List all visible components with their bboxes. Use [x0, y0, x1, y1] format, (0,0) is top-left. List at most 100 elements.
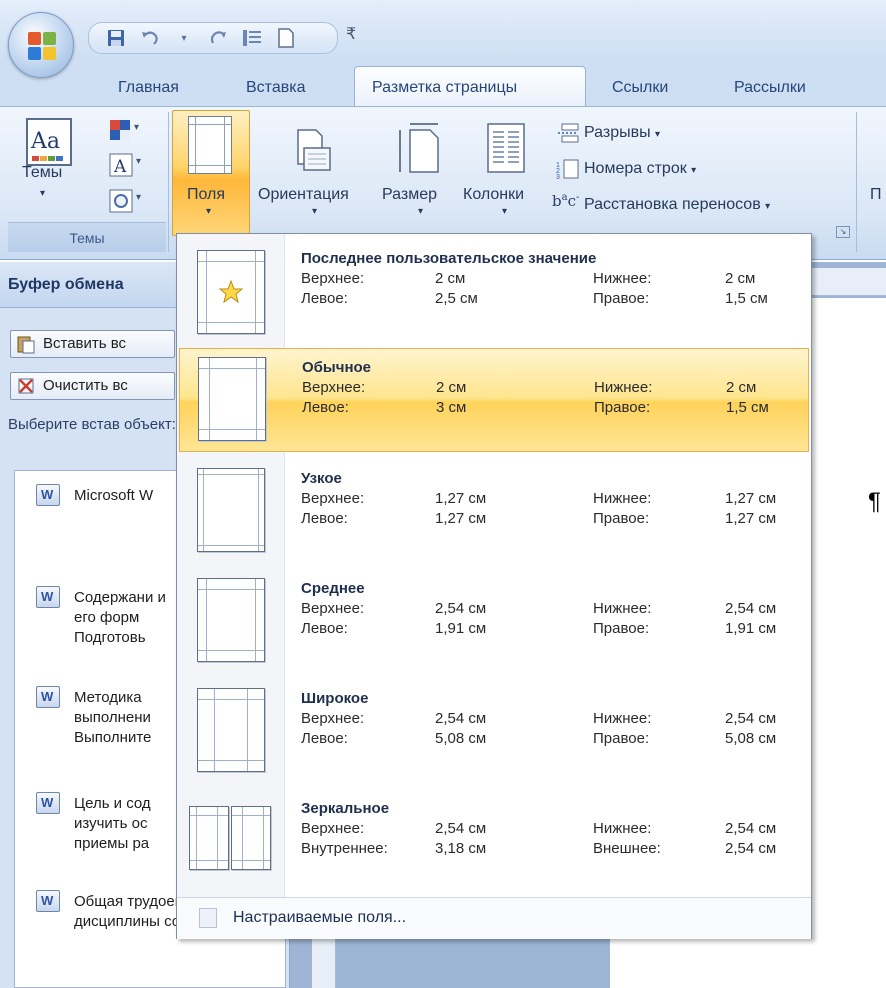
margin-option-mirrored[interactable]: Зеркальное Верхнее: 2,54 см Нижнее: 2,54… — [177, 790, 811, 894]
size-label[interactable]: Размер — [382, 186, 437, 204]
theme-effects-icon[interactable]: ▾ — [108, 188, 146, 214]
top-value: 2,54 см — [435, 820, 487, 837]
word-doc-icon — [36, 686, 60, 708]
right-value: 5,08 см — [725, 730, 777, 747]
svg-text:▾: ▾ — [136, 156, 141, 167]
tab-page-layout[interactable]: Разметка страницы — [372, 76, 517, 100]
bottom-value: 2,54 см — [725, 820, 777, 837]
size-dropdown-icon[interactable]: ▾ — [418, 206, 423, 217]
columns-icon[interactable] — [484, 122, 528, 174]
undo-dropdown-icon[interactable]: ▾ — [173, 28, 195, 48]
themes-dropdown-icon[interactable]: ▾ — [40, 188, 45, 199]
clear-all-label: Очистить вс — [43, 377, 128, 394]
option-title: Среднее — [301, 580, 365, 597]
margin-option-last-custom[interactable]: Последнее пользовательское значение Верх… — [177, 240, 811, 344]
svg-text:Aa: Aa — [30, 129, 60, 154]
breaks-dropdown-icon: ▾ — [655, 129, 661, 140]
tab-mailings[interactable]: Рассылки — [734, 76, 806, 100]
office-button[interactable] — [8, 12, 74, 78]
left-value: 5,08 см — [435, 730, 487, 747]
narrow-page-icon — [197, 468, 265, 552]
quick-access-toolbar: ▾ — [88, 22, 338, 54]
orientation-label[interactable]: Ориентация — [258, 186, 349, 204]
breaks-label[interactable]: Разрывы ▾ — [584, 124, 660, 142]
top-label: Верхнее: — [301, 710, 365, 727]
option-title: Широкое — [301, 690, 369, 707]
top-value: 2,54 см — [435, 710, 487, 727]
tab-references[interactable]: Ссылки — [612, 76, 668, 100]
tab-home[interactable]: Главная — [118, 76, 179, 100]
hyphenation-label[interactable]: Расстановка переносов ▾ — [584, 196, 770, 214]
themes-icon[interactable]: Aa — [26, 118, 72, 166]
clipboard-item[interactable]: Цель и сод изучить ос приемы ра — [74, 794, 176, 854]
line-numbers-icon[interactable]: 123 — [556, 158, 580, 181]
clipboard-item[interactable]: Содержани и его форм Подготовь — [74, 588, 178, 648]
custom-margins-icon — [199, 908, 217, 928]
save-icon[interactable] — [105, 28, 127, 48]
wide-page-icon — [197, 688, 265, 772]
margins-label: Поля — [187, 186, 226, 203]
columns-label[interactable]: Колонки — [463, 186, 524, 204]
custom-margins-item[interactable]: Настраиваемые поля... — [177, 897, 811, 939]
orientation-icon[interactable] — [288, 124, 338, 174]
lines-icon[interactable] — [241, 28, 263, 48]
bottom-value: 2 см — [726, 379, 757, 396]
line-numbers-label[interactable]: Номера строк ▾ — [584, 160, 696, 178]
theme-fonts-icon[interactable]: A ▾ — [108, 152, 146, 178]
new-document-icon[interactable] — [275, 28, 297, 48]
option-title: Последнее пользовательское значение — [301, 250, 597, 267]
orientation-dropdown-icon[interactable]: ▾ — [312, 206, 317, 217]
bottom-value: 1,27 см — [725, 490, 777, 507]
next-group-label[interactable]: П — [870, 186, 882, 204]
clipboard-item[interactable]: Методика выполнени Выполните — [74, 688, 174, 748]
option-title: Узкое — [301, 470, 342, 487]
margin-option-normal[interactable]: Обычное Верхнее: 2 см Нижнее: 2 см Левое… — [179, 348, 809, 452]
bottom-value: 2,54 см — [725, 710, 777, 727]
left-label: Левое: — [301, 730, 348, 747]
columns-dropdown-icon[interactable]: ▾ — [502, 206, 507, 217]
theme-colors-icon[interactable]: ▾ — [108, 116, 142, 144]
top-value: 2 см — [436, 379, 467, 396]
mirrored-right-page-icon — [231, 806, 271, 870]
outside-value: 2,54 см — [725, 840, 777, 857]
dialog-launcher-icon[interactable]: ↘ — [836, 226, 850, 238]
bottom-label: Нижнее: — [593, 710, 652, 727]
paste-all-button[interactable]: Вставить вс — [10, 330, 175, 358]
top-value: 2 см — [435, 270, 466, 287]
left-value: 3 см — [436, 399, 467, 416]
customize-toolbar-icon[interactable]: ₹ — [346, 24, 356, 44]
bottom-label: Нижнее: — [593, 490, 652, 507]
bottom-label: Нижнее: — [593, 820, 652, 837]
breaks-icon[interactable] — [556, 122, 580, 144]
outside-label: Внешнее: — [593, 840, 661, 857]
custom-margins-label: Настраиваемые поля... — [233, 909, 407, 926]
left-value: 2,5 см — [435, 290, 478, 307]
svg-text:▾: ▾ — [134, 122, 139, 133]
inside-value: 3,18 см — [435, 840, 487, 857]
clear-all-button[interactable]: Очистить вс — [10, 372, 175, 400]
top-label: Верхнее: — [301, 270, 365, 287]
top-value: 2,54 см — [435, 600, 487, 617]
top-value: 1,27 см — [435, 490, 487, 507]
breaks-text: Разрывы — [584, 124, 651, 141]
right-label: Правое: — [593, 730, 650, 747]
paste-icon — [16, 334, 36, 354]
left-value: 1,27 см — [435, 510, 487, 527]
redo-icon[interactable] — [207, 28, 229, 48]
group-separator — [168, 112, 169, 252]
bottom-value: 2 см — [725, 270, 756, 287]
margins-icon — [188, 116, 232, 174]
size-icon[interactable] — [398, 120, 446, 176]
normal-page-icon — [198, 357, 266, 441]
margin-option-narrow[interactable]: Узкое Верхнее: 1,27 см Нижнее: 1,27 см Л… — [177, 460, 811, 564]
bottom-label: Нижнее: — [594, 379, 653, 396]
undo-icon[interactable] — [139, 28, 161, 48]
hyphenation-icon[interactable]: bac- — [552, 192, 582, 216]
tab-insert[interactable]: Вставка — [246, 76, 305, 100]
clear-icon — [16, 376, 36, 396]
right-label: Правое: — [593, 620, 650, 637]
group-separator — [856, 112, 857, 252]
margin-option-wide[interactable]: Широкое Верхнее: 2,54 см Нижнее: 2,54 см… — [177, 680, 811, 784]
inside-label: Внутреннее: — [301, 840, 388, 857]
margin-option-moderate[interactable]: Среднее Верхнее: 2,54 см Нижнее: 2,54 см… — [177, 570, 811, 674]
